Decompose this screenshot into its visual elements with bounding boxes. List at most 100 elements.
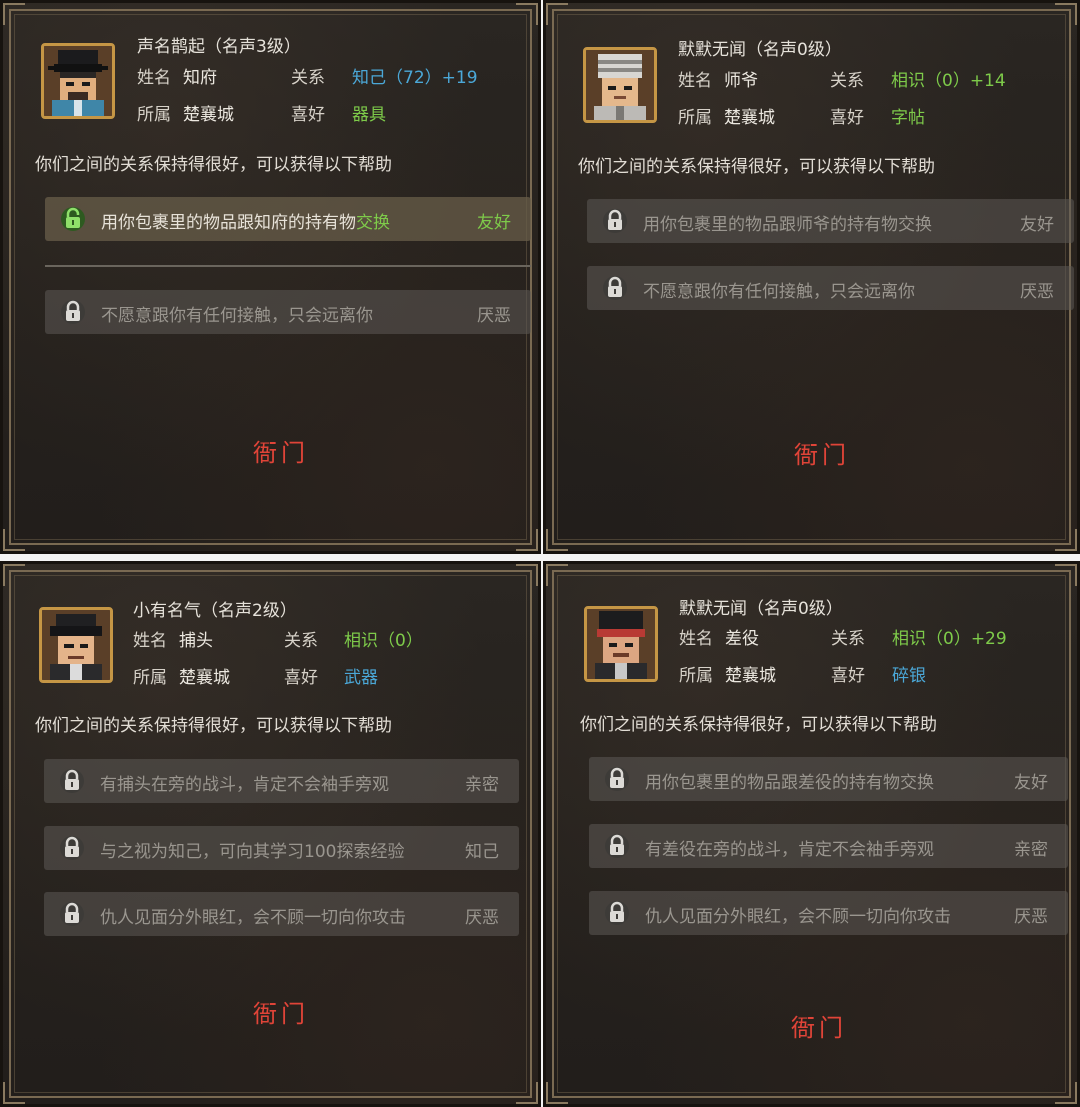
benefit-text: 仇人见面分外眼红，会不顾一切向你攻击 [645,907,951,927]
faction-label: 所属 [678,108,712,128]
lock-icon [605,833,629,859]
lock-icon [603,208,627,234]
npc-panel-chaiyi: 默默无闻（名声0级） 姓名 差役 关系 相识（0）+29 所属 楚襄城 喜好 碎… [543,561,1080,1107]
name-label: 姓名 [679,629,713,649]
hobby-label: 喜好 [831,666,865,686]
npc-panel-butou: 小有名气（名声2级） 姓名 捕头 关系 相识（0） 所属 楚襄城 喜好 武器 你… [0,561,541,1107]
benefit-text: 用你包裹里的物品跟师爷的持有物交换 [643,215,932,235]
fame-level: 默默无闻（名声0级） [678,40,842,60]
lock-icon [61,299,85,325]
benefit-text: 不愿意跟你有任何接触，只会远离你 [101,306,373,326]
benefit-tier: 厌恶 [465,908,499,928]
benefit-row-trade[interactable]: 用你包裹里的物品跟知府的持有物交换 友好 [45,197,531,241]
benefit-row-battle[interactable]: 有捕头在旁的战斗，肯定不会袖手旁观 亲密 [44,759,519,803]
lock-icon [605,900,629,926]
benefit-tier: 知己 [465,842,499,862]
frame-corner [516,3,538,25]
npc-panel-zhifu: 声名鹊起（名声3级） 姓名 知府 关系 知己（72）+19 所属 楚襄城 喜好 … [0,0,541,554]
section-divider [45,265,531,267]
npc-name: 知府 [183,68,217,88]
frame-corner [546,564,568,586]
frame-corner [1055,564,1077,586]
benefit-row-battle[interactable]: 有差役在旁的战斗，肯定不会袖手旁观 亲密 [589,824,1068,868]
benefit-tier: 友好 [477,213,511,233]
frame-corner [546,3,568,25]
faction-label: 所属 [133,668,167,688]
benefit-row-attack[interactable]: 仇人见面分外眼红，会不顾一切向你攻击 厌恶 [44,892,519,936]
faction-label: 所属 [679,666,713,686]
relation-label: 关系 [831,629,865,649]
benefit-text: 仇人见面分外眼红，会不顾一切向你攻击 [100,908,406,928]
benefit-row-avoid[interactable]: 不愿意跟你有任何接触，只会远离你 厌恶 [45,290,531,334]
help-description: 你们之间的关系保持得很好，可以获得以下帮助 [35,155,392,175]
npc-name: 师爷 [724,71,758,91]
frame-corner [516,529,538,551]
frame-corner [3,1082,25,1104]
frame-corner [3,3,25,25]
official-avatar[interactable] [41,43,115,119]
relation-value: 相识（0） [344,631,423,651]
frame-corner [546,1082,568,1104]
constable-avatar[interactable] [39,607,113,683]
name-label: 姓名 [137,68,171,88]
npc-name: 差役 [725,629,759,649]
frame-corner [3,564,25,586]
lock-icon [603,275,627,301]
benefit-tier: 亲密 [1014,840,1048,860]
benefit-row-trade[interactable]: 用你包裹里的物品跟师爷的持有物交换 友好 [587,199,1074,243]
benefit-row-learn[interactable]: 与之视为知己，可向其学习100探索经验 知己 [44,826,519,870]
benefit-text: 不愿意跟你有任何接触，只会远离你 [643,282,915,302]
fame-level: 小有名气（名声2级） [133,601,297,621]
benefit-row-avoid[interactable]: 不愿意跟你有任何接触，只会远离你 厌恶 [587,266,1074,310]
name-label: 姓名 [133,631,167,651]
help-description: 你们之间的关系保持得很好，可以获得以下帮助 [580,715,937,735]
frame-corner [546,529,568,551]
benefit-tier: 厌恶 [1014,907,1048,927]
faction-value: 楚襄城 [179,668,230,688]
relation-value: 相识（0）+29 [892,629,1007,649]
location-name: 衙门 [791,1014,847,1042]
runner-avatar[interactable] [584,606,658,682]
benefit-text: 有捕头在旁的战斗，肯定不会袖手旁观 [100,775,389,795]
benefit-tier: 厌恶 [477,306,511,326]
benefit-row-attack[interactable]: 仇人见面分外眼红，会不顾一切向你攻击 厌恶 [589,891,1068,935]
relation-value: 知己（72）+19 [352,68,478,88]
faction-value: 楚襄城 [183,105,234,125]
hobby-value: 武器 [344,668,378,688]
location-name: 衙门 [253,439,309,467]
frame-corner [516,1082,538,1104]
relation-label: 关系 [284,631,318,651]
npc-name: 捕头 [179,631,213,651]
benefit-tier: 友好 [1014,773,1048,793]
help-description: 你们之间的关系保持得很好，可以获得以下帮助 [35,716,392,736]
unlocked-lock-icon [61,206,85,232]
fame-level: 声名鹊起（名声3级） [137,37,301,57]
lock-icon [60,768,84,794]
frame-corner [516,564,538,586]
faction-value: 楚襄城 [724,108,775,128]
frame-corner [1055,1082,1077,1104]
benefit-text: 用你包裹里的物品跟知府的持有物交换 [101,213,390,233]
relation-label: 关系 [830,71,864,91]
benefit-tier: 厌恶 [1020,282,1054,302]
advisor-avatar[interactable] [583,47,657,123]
benefit-tier: 亲密 [465,775,499,795]
relation-value: 相识（0）+14 [891,71,1006,91]
lock-icon [60,835,84,861]
benefit-tier: 友好 [1020,215,1054,235]
hobby-label: 喜好 [291,105,325,125]
location-name: 衙门 [253,1000,309,1028]
hobby-label: 喜好 [284,668,318,688]
frame-corner [3,529,25,551]
npc-panel-shiye: 默默无闻（名声0级） 姓名 师爷 关系 相识（0）+14 所属 楚襄城 喜好 字… [543,0,1080,554]
help-description: 你们之间的关系保持得很好，可以获得以下帮助 [578,157,935,177]
benefit-row-trade[interactable]: 用你包裹里的物品跟差役的持有物交换 友好 [589,757,1068,801]
hobby-value: 碎银 [892,666,926,686]
relation-label: 关系 [291,68,325,88]
hobby-label: 喜好 [830,108,864,128]
benefit-text: 与之视为知己，可向其学习100探索经验 [100,842,405,862]
faction-label: 所属 [137,105,171,125]
hobby-value: 字帖 [891,108,925,128]
frame-corner [1055,529,1077,551]
fame-level: 默默无闻（名声0级） [679,599,843,619]
